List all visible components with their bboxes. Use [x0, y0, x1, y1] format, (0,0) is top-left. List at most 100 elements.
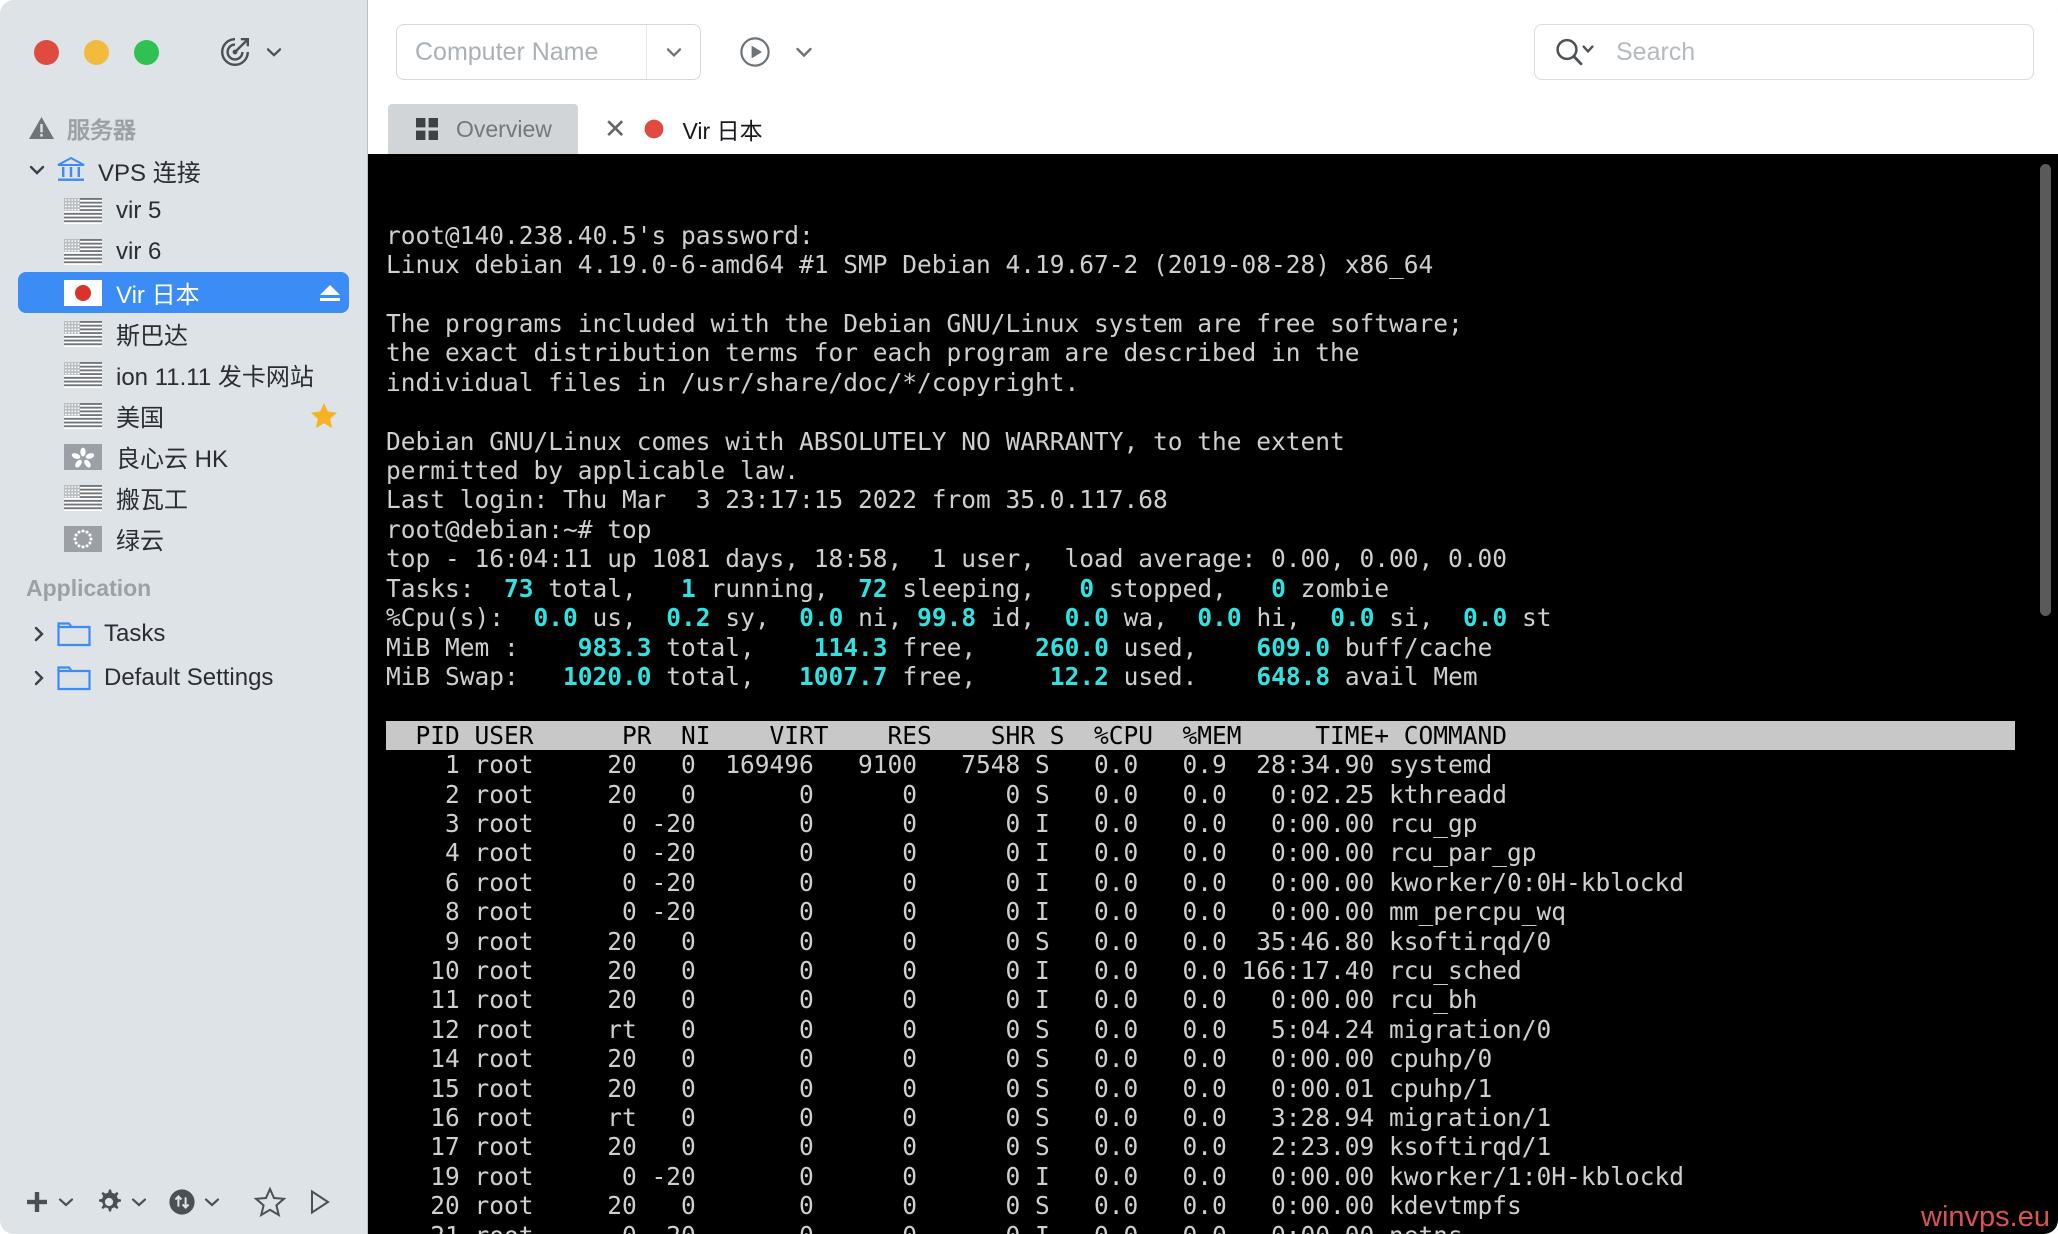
close-icon[interactable]: ✕ [604, 115, 627, 143]
star-icon [254, 1186, 286, 1218]
tab-overview[interactable]: Overview [388, 104, 578, 154]
favorite-button[interactable] [245, 1186, 295, 1218]
bank-icon [52, 155, 90, 185]
terminal-text: hi, [1241, 603, 1331, 633]
process-table-row: 4 root 0 -20 0 0 0 I 0.0 0.0 0:00.00 rcu… [386, 838, 1537, 868]
terminal-text: st [1507, 603, 1552, 633]
run-button[interactable] [295, 1187, 343, 1217]
terminal-line: MiB Mem : 983.3 total, 114.3 free, 260.0… [386, 633, 2058, 662]
process-table-row: 14 root 20 0 0 0 0 S 0.0 0.0 0:00.00 cpu… [386, 1044, 1493, 1074]
process-table-row: 6 root 0 -20 0 0 0 I 0.0 0.0 0:00.00 kwo… [386, 867, 1685, 897]
us-flag-icon [64, 484, 102, 511]
terminal-text: free, [887, 632, 1036, 662]
chevron-right-icon[interactable] [28, 623, 56, 645]
chevron-down-icon[interactable] [263, 41, 285, 63]
terminal-text: sleeping, [887, 573, 1080, 603]
favorite-star-icon[interactable] [309, 401, 339, 430]
tab-label: Overview [456, 115, 552, 142]
terminal-text: MiB Mem : [386, 632, 578, 662]
sidebar: 服务器 VPS 连接 vir 5 vir 6Vir 日本 斯巴达 ion 11.… [0, 0, 367, 1234]
tab-active[interactable]: ✕ Vir 日本 [577, 104, 789, 154]
sidebar-folder-tasks[interactable]: Tasks [0, 612, 367, 656]
chevron-down-icon[interactable] [26, 159, 52, 181]
sidebar-tree: 服务器 VPS 连接 vir 5 vir 6Vir 日本 斯巴达 ion 11.… [0, 104, 367, 1170]
terminal-text: id, [976, 603, 1065, 633]
sidebar-group-vps[interactable]: VPS 连接 [0, 150, 367, 190]
sidebar-item-1[interactable]: vir 5 [18, 190, 349, 231]
process-table-row: 16 root rt 0 0 0 0 S 0.0 0.0 3:28.94 mig… [386, 1103, 1552, 1132]
sidebar-item-7[interactable]: 良心云 HK [18, 436, 349, 477]
process-table-row: 1 root 20 0 169496 9100 7548 S 0.0 0.9 2… [386, 750, 1493, 780]
terminal-value: 0 [1271, 573, 1286, 603]
tab-bar: Overview ✕ Vir 日本 [368, 104, 2058, 154]
terminal-line: individual files in /usr/share/doc/*/cop… [386, 367, 1080, 397]
folder-icon [56, 663, 98, 693]
process-table-row: 17 root 20 0 0 0 0 S 0.0 0.0 2:23.09 kso… [386, 1132, 1552, 1162]
terminal-line: root@140.238.40.5's password: [386, 220, 814, 250]
terminal-line: root@debian:~# top [386, 514, 652, 544]
terminal-value: 0.0 [1064, 603, 1109, 633]
us-flag-icon [64, 402, 102, 429]
terminal-scrollbar[interactable] [2040, 158, 2055, 1230]
us-flag-icon [64, 238, 102, 265]
terminal-value: 0 [1079, 573, 1095, 603]
process-table-header: PID USER PR NI VIRT RES SHR S %CPU %MEM … [386, 720, 2015, 751]
chevron-right-icon[interactable] [28, 667, 56, 689]
play-circle-icon[interactable] [735, 32, 775, 72]
terminal-text: sy, [710, 603, 800, 633]
connect-button[interactable] [218, 35, 285, 69]
terminal-text: MiB Swap: [386, 661, 564, 691]
chevron-down-icon[interactable] [56, 1192, 76, 1212]
sidebar-item-label: vir 6 [116, 237, 162, 265]
computer-name-field[interactable]: Computer Name [396, 24, 701, 80]
add-button[interactable] [14, 1188, 85, 1216]
chevron-down-icon[interactable] [129, 1192, 149, 1212]
gear-icon [94, 1187, 124, 1217]
computer-name-dropdown[interactable] [646, 25, 700, 79]
sidebar-item-5[interactable]: ion 11.11 发卡网站 [18, 354, 349, 395]
terminal-value: 983.3 [577, 632, 652, 662]
terminal-text: buff/cache [1330, 632, 1493, 662]
sidebar-group-servers[interactable]: 服务器 [0, 106, 367, 150]
app-window: 服务器 VPS 连接 vir 5 vir 6Vir 日本 斯巴达 ion 11.… [0, 0, 2058, 1234]
us-flag-icon [64, 197, 102, 224]
terminal[interactable]: root@140.238.40.5's password: Linux debia… [368, 154, 2058, 1234]
sidebar-item-label: 搬瓦工 [116, 487, 188, 514]
terminal-text: free, [887, 661, 1050, 691]
eject-icon[interactable] [317, 282, 343, 304]
terminal-text: total, [533, 573, 682, 603]
process-table-row: 3 root 0 -20 0 0 0 I 0.0 0.0 0:00.00 rcu… [386, 808, 1478, 838]
network-button[interactable] [158, 1187, 231, 1217]
terminal-text: avail Mem [1330, 661, 1478, 691]
sidebar-item-label: 绿云 [116, 528, 164, 555]
minimize-button[interactable] [84, 39, 109, 65]
sidebar-folder-default-settings[interactable]: Default Settings [0, 656, 367, 700]
terminal-value: 0.0 [1197, 603, 1242, 633]
warning-triangle-icon [28, 115, 55, 141]
search-input[interactable]: Search [1534, 24, 2034, 80]
terminal-value: 99.8 [917, 603, 977, 633]
sidebar-item-2[interactable]: vir 6 [18, 231, 349, 272]
search-icon[interactable] [1553, 35, 1599, 69]
sidebar-item-4[interactable]: 斯巴达 [18, 313, 349, 354]
terminal-line: the exact distribution terms for each pr… [386, 338, 1360, 368]
sidebar-item-8[interactable]: 搬瓦工 [18, 477, 349, 518]
terminal-scrollbar-thumb[interactable] [2040, 164, 2051, 616]
run-dropdown-chevron-icon[interactable] [791, 39, 817, 65]
play-icon [304, 1187, 334, 1217]
grid-icon [414, 116, 440, 142]
chevron-down-icon[interactable] [202, 1192, 222, 1212]
terminal-text: stopped, [1094, 573, 1272, 603]
maximize-button[interactable] [134, 39, 159, 65]
sidebar-folder-label: Tasks [104, 620, 166, 647]
sidebar-item-9[interactable]: 绿云 [18, 518, 349, 559]
sidebar-item-6[interactable]: 美国 [18, 395, 349, 436]
run-controls [735, 32, 817, 72]
process-table-row: 20 root 20 0 0 0 0 S 0.0 0.0 0:00.00 kde… [386, 1191, 1522, 1221]
jp-flag-icon [64, 279, 102, 306]
settings-button[interactable] [85, 1187, 158, 1217]
process-table-row: 12 root rt 0 0 0 0 S 0.0 0.0 5:04.24 mig… [386, 1014, 1552, 1044]
close-button[interactable] [34, 39, 59, 65]
sidebar-item-3[interactable]: Vir 日本 [18, 272, 349, 313]
